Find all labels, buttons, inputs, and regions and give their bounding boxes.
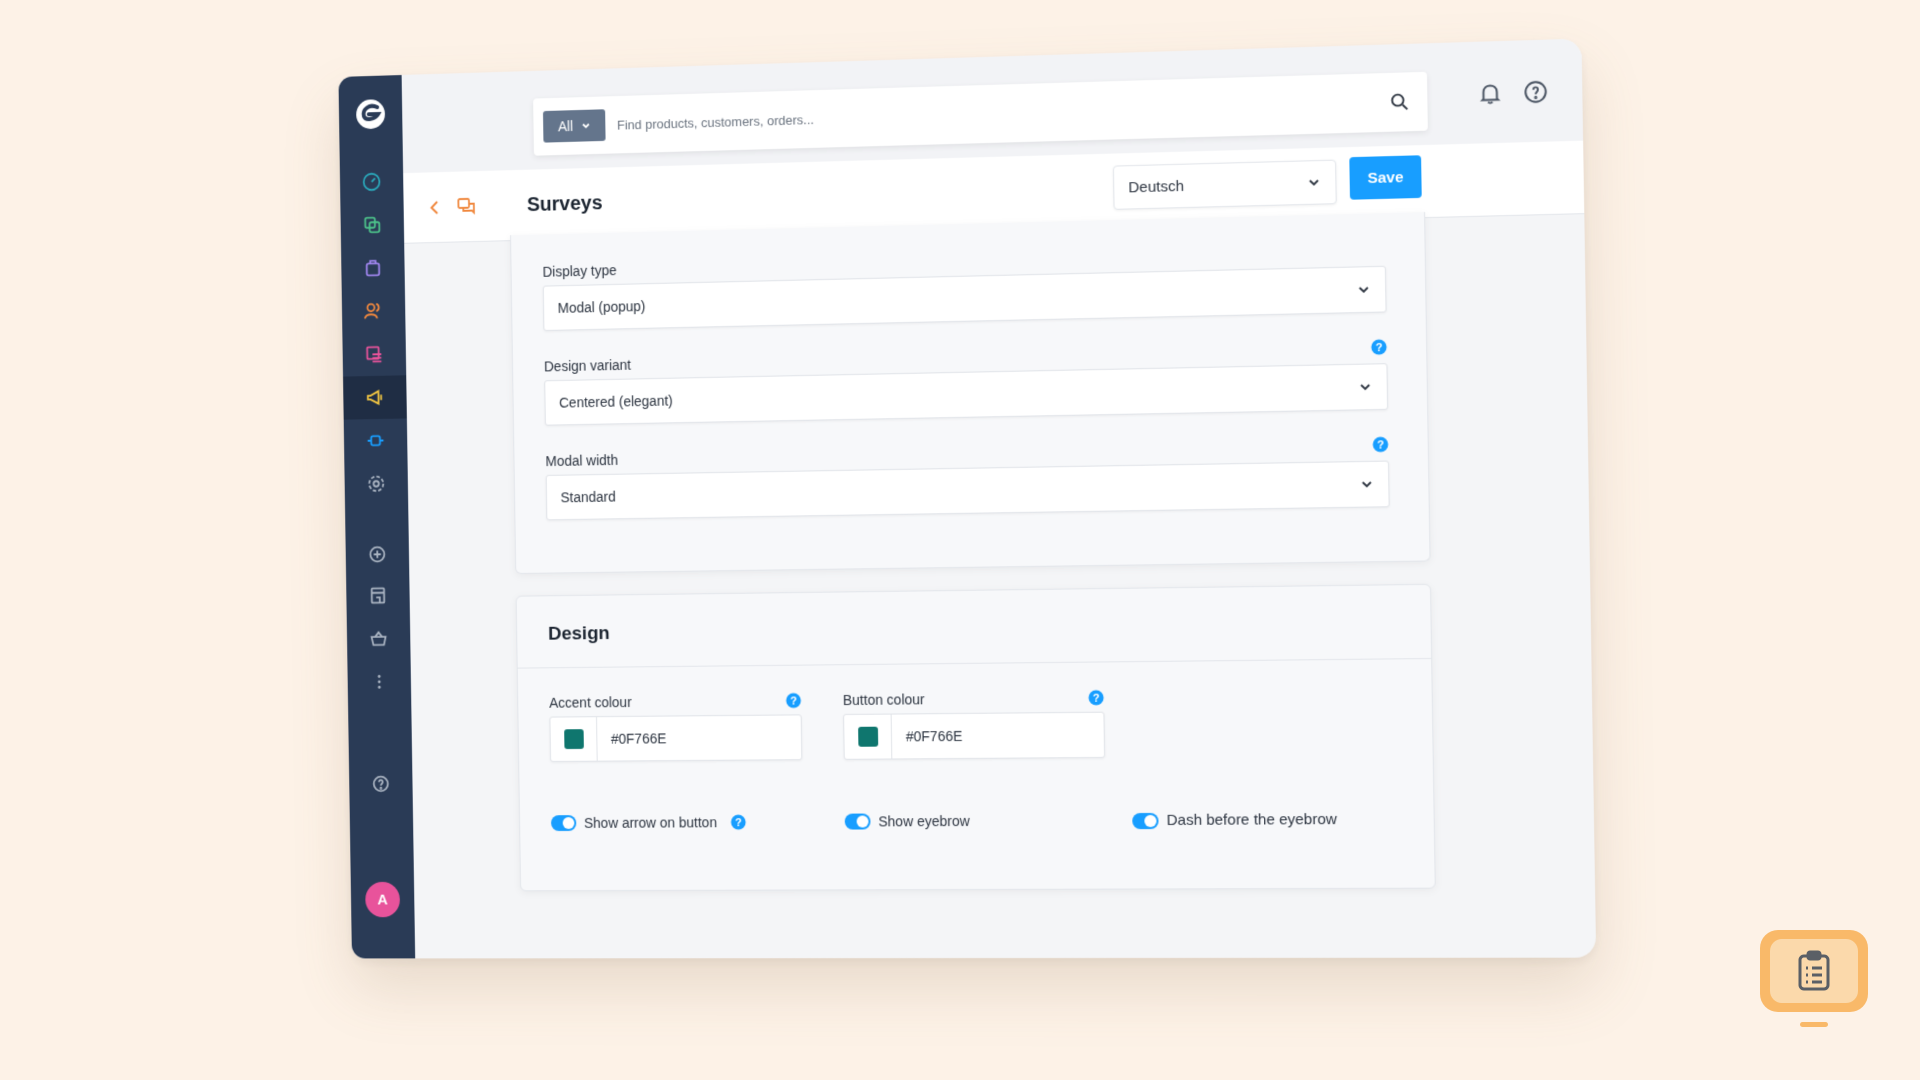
toggle-switch[interactable] — [550, 815, 577, 832]
language-select[interactable]: Deutsch — [1112, 159, 1337, 210]
chevron-down-icon — [581, 121, 591, 131]
help-icon[interactable]: ? — [1088, 690, 1104, 706]
shopware-logo-icon[interactable] — [354, 97, 387, 131]
toggle-show-arrow-on-button[interactable]: Show arrow on button ? — [550, 814, 747, 832]
svg-text:?: ? — [1375, 342, 1382, 354]
toggle-label: Show eyebrow — [878, 812, 970, 830]
toggle-label: Dash before the eyebrow — [1166, 810, 1338, 829]
add-icon — [367, 543, 388, 565]
toggle-show-eyebrow[interactable]: Show eyebrow — [844, 812, 970, 830]
accent-colour-value: #0F766E — [610, 730, 667, 747]
display-type-label: Display type — [542, 262, 617, 280]
sidebar-item-extensions[interactable] — [344, 418, 408, 462]
accent-colour-swatch-box[interactable] — [550, 717, 598, 761]
button-colour-swatch-box[interactable] — [844, 714, 893, 759]
surveys-icon — [455, 195, 477, 217]
more-icon — [377, 674, 381, 689]
admin-window: A All Surveys Deutsch Save Display type — [338, 38, 1597, 959]
dashboard-icon — [361, 171, 382, 193]
sidebar-item-customers[interactable] — [342, 289, 406, 334]
sidebar-item-content[interactable] — [342, 332, 406, 376]
accent-colour-swatch — [563, 729, 584, 750]
design-variant-value: Centered (elegant) — [558, 392, 673, 411]
language-select-value: Deutsch — [1128, 177, 1185, 196]
store-icon — [367, 585, 388, 607]
content-area: Display type Modal (popup) Design varian… — [404, 212, 1596, 958]
marketing-icon — [364, 386, 385, 408]
svg-text:?: ? — [1377, 439, 1384, 451]
help-icon[interactable]: ? — [1371, 339, 1388, 356]
design-card-title: Design — [547, 623, 610, 645]
sidebar-item-catalogues[interactable] — [340, 203, 404, 248]
sidebar-item-dashboard[interactable] — [340, 159, 404, 204]
sidebar-item-add[interactable] — [345, 532, 409, 576]
save-button[interactable]: Save — [1349, 155, 1422, 200]
user-avatar[interactable]: A — [365, 881, 401, 918]
svg-text:?: ? — [790, 695, 797, 707]
chevron-down-icon — [1356, 282, 1371, 297]
sidebar-item-help[interactable] — [349, 762, 413, 806]
content-icon — [364, 343, 385, 365]
help-icon[interactable]: ? — [786, 692, 802, 709]
bell-icon[interactable] — [1477, 80, 1504, 107]
back-arrow-icon[interactable] — [425, 198, 445, 218]
extensions-icon — [365, 430, 386, 452]
modal-width-label: Modal width — [545, 451, 619, 470]
button-colour-label: Button colour — [842, 691, 925, 709]
toggle-switch[interactable] — [1132, 812, 1159, 829]
sidebar-item-more[interactable] — [347, 660, 411, 704]
button-colour-swatch — [857, 726, 878, 747]
display-type-select[interactable]: Modal (popup) — [542, 265, 1387, 332]
divider — [517, 657, 1432, 669]
settings-icon — [366, 473, 387, 495]
chevron-down-icon — [1307, 175, 1322, 190]
button-colour-field[interactable]: #0F766E — [843, 711, 1106, 760]
sidebar-item-marketing[interactable] — [343, 375, 407, 420]
svg-text:?: ? — [1093, 693, 1100, 705]
modal-width-select[interactable]: Standard — [545, 460, 1390, 521]
global-search: All — [533, 71, 1428, 156]
clipboard-checklist-icon — [1798, 950, 1830, 991]
toggle-switch[interactable] — [844, 813, 871, 830]
survey-app-badge — [1760, 930, 1868, 1012]
search-input[interactable] — [616, 89, 1315, 140]
catalogues-icon — [362, 214, 383, 236]
sidebar-item-store[interactable] — [346, 574, 410, 618]
chevron-down-icon — [1360, 477, 1375, 491]
customers-icon — [363, 300, 384, 322]
help-circle-icon[interactable] — [1522, 78, 1549, 105]
help-icon — [370, 773, 391, 795]
sidebar-item-basket[interactable] — [347, 617, 411, 661]
modal-width-value: Standard — [560, 488, 616, 506]
basket-icon — [368, 628, 389, 650]
design-variant-label: Design variant — [543, 356, 632, 375]
search-scope-dropdown[interactable]: All — [542, 109, 606, 143]
page-title: Surveys — [526, 192, 603, 217]
badge-inner — [1770, 939, 1858, 1003]
toggle-dash-before-eyebrow[interactable]: Dash before the eyebrow — [1132, 811, 1337, 829]
search-scope-label: All — [557, 118, 574, 135]
help-icon[interactable]: ? — [731, 814, 747, 830]
accent-colour-label: Accent colour — [549, 694, 632, 711]
design-variant-select[interactable]: Centered (elegant) — [544, 363, 1389, 426]
design-card: Design Accent colour ? #0F766E Button co… — [515, 583, 1436, 892]
display-type-value: Modal (popup) — [557, 298, 646, 316]
sidebar-item-orders[interactable] — [341, 246, 405, 291]
help-icon[interactable]: ? — [1372, 436, 1389, 453]
accent-colour-field[interactable]: #0F766E — [549, 714, 803, 762]
search-icon[interactable] — [1388, 91, 1411, 114]
chevron-down-icon — [1358, 380, 1373, 394]
toggle-label: Show arrow on button — [583, 814, 718, 831]
orders-icon — [362, 257, 383, 279]
badge-underline — [1800, 1022, 1828, 1027]
sidebar-item-settings[interactable] — [344, 462, 408, 506]
svg-text:?: ? — [735, 817, 742, 829]
general-settings-card: Display type Modal (popup) Design varian… — [510, 212, 1431, 575]
button-colour-value: #0F766E — [905, 727, 963, 745]
